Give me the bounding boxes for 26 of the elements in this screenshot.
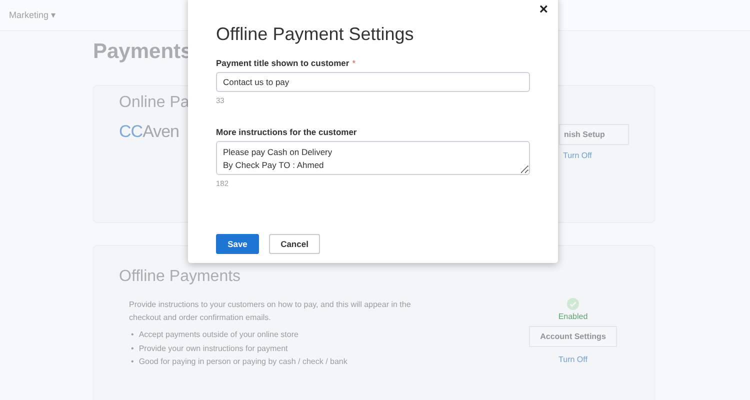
bullet-marker: • xyxy=(131,342,134,354)
cancel-button[interactable]: Cancel xyxy=(269,234,320,254)
logo-text: CCAven xyxy=(119,122,180,142)
turn-off-link[interactable]: Turn Off xyxy=(563,151,592,160)
description-text: Provide instructions to your customers on how to pay, and this will appear in the checkout and order confirmation emails. xyxy=(129,299,412,324)
field-label: Payment title shown to customer xyxy=(216,58,350,68)
save-button[interactable]: Save xyxy=(216,234,259,254)
marketing-menu[interactable]: Marketing ▾ xyxy=(9,10,56,20)
account-settings-button[interactable]: Account Settings xyxy=(529,326,617,347)
finish-setup-button[interactable]: nish Setup xyxy=(559,124,629,145)
bullet-marker: • xyxy=(131,329,134,341)
turn-off-link[interactable]: Turn Off xyxy=(558,355,588,364)
page-title: Payments xyxy=(93,39,192,65)
status-text: Enabled xyxy=(558,312,588,321)
card-title: Online Pa xyxy=(119,94,190,112)
required-mark: * xyxy=(352,58,356,68)
bullet-item: Accept payments outside of your online store xyxy=(138,329,298,341)
bullet-item: Provide your own instructions for payment xyxy=(138,342,288,355)
modal-title: Offline Payment Settings xyxy=(216,24,415,45)
field-label: More instructions for the customer xyxy=(216,127,357,137)
card-title: Offline Payments xyxy=(119,268,242,286)
bullet-item: Good for paying in person or paying by cash / check / bank xyxy=(138,356,348,368)
input-field[interactable]: Contact us to pay xyxy=(216,72,530,92)
bullet-marker: • xyxy=(131,356,134,368)
textarea-field[interactable]: Please pay Cash on Delivery By Check Pay TO : Ahmed xyxy=(216,141,530,175)
close-button[interactable]: × xyxy=(535,2,552,17)
